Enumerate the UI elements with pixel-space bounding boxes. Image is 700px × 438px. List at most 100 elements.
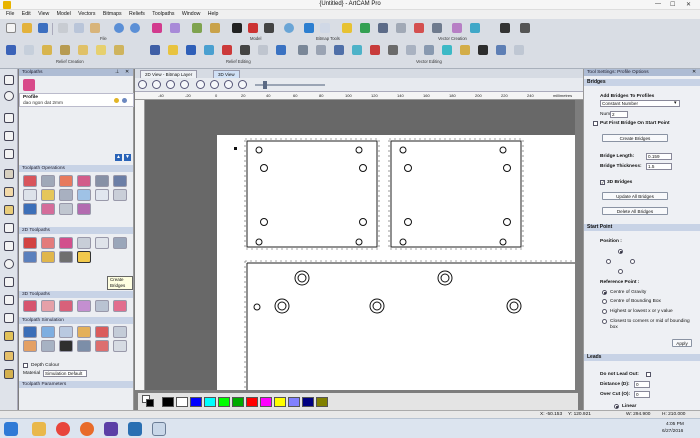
bevel-icon[interactable]: [23, 251, 37, 263]
zoom-previous-icon[interactable]: [196, 80, 205, 89]
simulate-icon[interactable]: [77, 326, 91, 338]
start-button[interactable]: [4, 422, 18, 436]
pointer-icon[interactable]: [4, 113, 14, 123]
vector-mirror-icon[interactable]: [442, 45, 452, 55]
menu-view[interactable]: View: [38, 10, 49, 19]
menu-edit[interactable]: Edit: [22, 10, 31, 19]
simulate-icon[interactable]: [41, 326, 55, 338]
menu-help[interactable]: Help: [208, 10, 219, 19]
color-swatch[interactable]: [204, 397, 216, 407]
ref-radio-gravity[interactable]: [602, 290, 607, 295]
zoom-fit-icon[interactable]: [180, 80, 189, 89]
eraser-icon[interactable]: [152, 23, 162, 33]
color-swatch[interactable]: [316, 397, 328, 407]
vector-fillet-icon[interactable]: [388, 45, 398, 55]
relief-smooth-icon[interactable]: [168, 45, 178, 55]
section-toolpath-parameters[interactable]: Toolpath Parameters: [19, 381, 133, 388]
toolpath-op-icon[interactable]: [95, 189, 109, 201]
zoom-out-icon[interactable]: [166, 80, 175, 89]
view-options-icon[interactable]: [138, 80, 147, 89]
vector-tool-icon[interactable]: [304, 23, 314, 33]
circle-icon[interactable]: [4, 259, 14, 269]
bridge-length-input[interactable]: 0.159: [646, 153, 672, 160]
bitmap-color-icon[interactable]: [248, 23, 258, 33]
simulate-icon[interactable]: [113, 326, 127, 338]
artcam-taskbar-icon[interactable]: [152, 422, 166, 436]
profile-toolpath-icon[interactable]: [23, 79, 35, 91]
print-icon[interactable]: [170, 23, 180, 33]
move-up-icon[interactable]: ▲: [115, 154, 122, 161]
panel-close-icon[interactable]: ✕: [692, 69, 696, 75]
undo-icon[interactable]: [114, 23, 124, 33]
bridge-thickness-input[interactable]: 1.5: [646, 163, 672, 170]
3d-bridges-checkbox[interactable]: ✓: [600, 180, 605, 185]
simulate-icon[interactable]: [59, 326, 73, 338]
vector-smooth-icon[interactable]: [424, 45, 434, 55]
section-toolpath-operations[interactable]: Toolpath Operations: [19, 165, 133, 172]
vector-align-center-icon[interactable]: [460, 45, 470, 55]
simulate-icon[interactable]: [95, 340, 109, 352]
simulate-icon[interactable]: [41, 340, 55, 352]
fluting-icon[interactable]: [41, 251, 55, 263]
zoom-in-icon[interactable]: [152, 80, 161, 89]
toolpath-op-icon[interactable]: [23, 189, 37, 201]
relief-edit-icon[interactable]: [150, 45, 160, 55]
v-bit-carving-icon[interactable]: [59, 237, 73, 249]
area-clearance-icon[interactable]: [41, 237, 55, 249]
menu-toolpaths[interactable]: Toolpaths: [152, 10, 174, 19]
ref-radio-corners[interactable]: [602, 319, 607, 324]
no-lead-out-checkbox[interactable]: [646, 372, 651, 377]
section-2d-toolpaths[interactable]: 2D Toolpaths: [19, 227, 133, 234]
star-icon[interactable]: [4, 295, 14, 305]
vector-star-icon[interactable]: [378, 23, 388, 33]
chrome-icon[interactable]: [56, 422, 70, 436]
relief-offset-icon[interactable]: [186, 45, 196, 55]
machine-vectors-icon[interactable]: [113, 237, 127, 249]
rectangle-icon[interactable]: [4, 241, 14, 251]
section-3d-toolpaths[interactable]: 3D Toolpaths: [19, 291, 133, 298]
zoom-window-icon[interactable]: [210, 80, 219, 89]
pin-icon[interactable]: ⊥: [115, 69, 119, 75]
text-tool-icon[interactable]: [4, 331, 14, 341]
linear-radio[interactable]: [614, 404, 619, 409]
curve-icon[interactable]: [4, 313, 14, 323]
relief-sculpt-icon[interactable]: [222, 45, 232, 55]
toolpath-op-icon[interactable]: [23, 203, 37, 215]
vector-block-copy-icon[interactable]: [478, 45, 488, 55]
vector-nest-icon[interactable]: [514, 45, 524, 55]
relief-turn-icon[interactable]: [96, 45, 106, 55]
toolpath-op-icon[interactable]: [59, 203, 73, 215]
color-swatch[interactable]: [246, 397, 258, 407]
toolpath-tree[interactable]: Profile dao ngon dat 2mm: [19, 93, 134, 107]
relief-extrude-icon[interactable]: [60, 45, 70, 55]
model-size-icon[interactable]: [210, 23, 220, 33]
measure-icon[interactable]: [4, 351, 14, 361]
vector-link-icon[interactable]: [320, 23, 330, 33]
fill-icon[interactable]: [4, 205, 14, 215]
relief-scale-icon[interactable]: [204, 45, 214, 55]
drilling-icon[interactable]: [77, 237, 91, 249]
relief-shape-icon[interactable]: [6, 45, 16, 55]
node-edit-icon[interactable]: [4, 131, 14, 141]
relief-merge-icon[interactable]: [24, 45, 34, 55]
select-icon[interactable]: [4, 75, 14, 85]
delete-bridges-button[interactable]: Delete All Bridges: [602, 207, 668, 215]
redo-icon[interactable]: [130, 23, 140, 33]
media-player-icon[interactable]: [104, 422, 118, 436]
file-explorer-icon[interactable]: [32, 422, 46, 436]
toolpath-op-icon[interactable]: [59, 175, 73, 187]
color-swatch[interactable]: [274, 397, 286, 407]
simulate-icon[interactable]: [95, 326, 109, 338]
pencil-icon[interactable]: [4, 169, 14, 179]
toolpath-op-icon[interactable]: [23, 175, 37, 187]
simulate-icon[interactable]: [59, 340, 73, 352]
pan-icon[interactable]: [224, 80, 233, 89]
toolpath-op-icon[interactable]: [113, 189, 127, 201]
view-layers-icon[interactable]: [238, 80, 247, 89]
primary-color-swatch[interactable]: [146, 399, 154, 407]
vector-close-icon[interactable]: [406, 45, 416, 55]
refresh-icon[interactable]: [284, 23, 294, 33]
color-swatch[interactable]: [218, 397, 230, 407]
update-bridges-button[interactable]: Update All Bridges: [602, 192, 668, 200]
move-down-icon[interactable]: ▼: [124, 154, 131, 161]
